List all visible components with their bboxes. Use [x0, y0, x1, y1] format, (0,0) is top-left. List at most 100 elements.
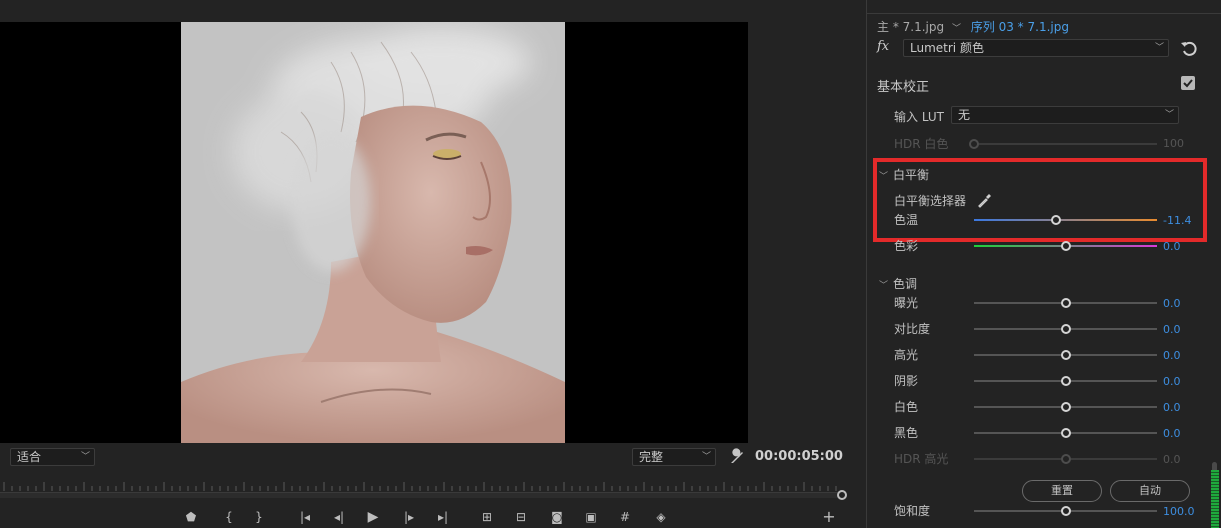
playback-quality-select[interactable]: 完整 ﹀	[632, 448, 716, 466]
lift-button[interactable]: ⊞	[476, 508, 498, 526]
effect-name: Lumetri 颜色	[910, 41, 984, 55]
extract-button[interactable]: ⊟	[510, 508, 532, 526]
slider-knob[interactable]	[1060, 454, 1071, 464]
shadows-label: 阴影	[894, 374, 919, 388]
hdr-white-slider[interactable]	[969, 139, 1157, 149]
playback-quality-value: 完整	[639, 450, 664, 464]
highlights-label: 高光	[894, 348, 919, 362]
export-frame-icon[interactable]: ◙	[546, 508, 568, 526]
tint-slider[interactable]	[974, 241, 1157, 251]
step-back-button[interactable]: ◂|	[328, 508, 350, 526]
contrast-label: 对比度	[894, 322, 931, 336]
monitor-controls: 适合 ﹀ 完整 ﹀ 00:00:05:00	[0, 446, 866, 470]
go-to-in-button[interactable]: |◂	[294, 508, 316, 526]
auto-button[interactable]: 自动	[1110, 480, 1190, 502]
contrast-value[interactable]: 0.0	[1163, 323, 1181, 336]
highlights-value[interactable]: 0.0	[1163, 349, 1181, 362]
slider-knob[interactable]	[969, 139, 979, 149]
program-monitor: 适合 ﹀ 完整 ﹀ 00:00:05:00 ⬟ { } |◂ ◂| ▶ |▸ ▸…	[0, 0, 866, 528]
highlights-slider[interactable]	[974, 350, 1157, 360]
slider-knob[interactable]	[1060, 402, 1071, 412]
temperature-slider[interactable]	[974, 215, 1157, 225]
slider-knob[interactable]	[1060, 428, 1071, 438]
hdr-white-value[interactable]: 100	[1163, 137, 1184, 150]
step-forward-button[interactable]: |▸	[398, 508, 420, 526]
shadows-slider[interactable]	[974, 376, 1157, 386]
blacks-slider[interactable]	[974, 428, 1157, 438]
chevron-down-icon: ﹀	[1164, 110, 1174, 120]
wb-selector-label: 白平衡选择器	[894, 194, 967, 208]
tint-value[interactable]: 0.0	[1163, 240, 1181, 253]
exposure-value[interactable]: 0.0	[1163, 297, 1181, 310]
reset-effect-icon[interactable]	[1179, 38, 1199, 58]
panel-scrollbar[interactable]	[1210, 62, 1218, 528]
slider-knob[interactable]	[1060, 506, 1071, 516]
safe-margins-button[interactable]: #	[614, 508, 636, 526]
input-lut-label: 输入 LUT	[894, 110, 945, 124]
white-balance-title: 白平衡	[893, 168, 930, 182]
blacks-value[interactable]: 0.0	[1163, 427, 1181, 440]
whites-slider[interactable]	[974, 402, 1157, 412]
basic-correction-header[interactable]: 基本校正	[877, 76, 929, 95]
mark-in-button[interactable]: {	[218, 508, 240, 526]
slider-knob[interactable]	[1060, 376, 1071, 386]
time-ruler[interactable]	[0, 478, 848, 500]
video-viewer	[0, 0, 866, 444]
slider-knob[interactable]	[1060, 298, 1071, 308]
chevron-down-icon: ﹀	[80, 452, 90, 462]
whites-label: 白色	[894, 400, 919, 414]
chevron-down-icon: ﹀	[701, 452, 711, 462]
portrait-image	[181, 22, 565, 443]
mark-out-button[interactable]: }	[248, 508, 270, 526]
input-lut-select[interactable]: 无 ﹀	[951, 106, 1179, 124]
slider-knob[interactable]	[1060, 324, 1071, 334]
hdr-highlights-slider[interactable]	[974, 454, 1157, 464]
add-marker-button[interactable]: ⬟	[180, 508, 202, 526]
fx-icon[interactable]: fx	[877, 39, 889, 54]
basic-correction-checkbox[interactable]	[1181, 76, 1195, 90]
vr-video-button[interactable]: ◈	[650, 508, 672, 526]
tone-title: 色调	[893, 277, 918, 291]
fit-zoom-value: 适合	[17, 450, 42, 464]
exposure-slider[interactable]	[974, 298, 1157, 308]
eyedropper-icon[interactable]	[977, 192, 993, 208]
contrast-slider[interactable]	[974, 324, 1157, 334]
clip-selector[interactable]: 主 * 7.1.jpg ﹀ 序列 03 * 7.1.jpg	[877, 18, 1069, 36]
transport-controls: ⬟ { } |◂ ◂| ▶ |▸ ▸| ⊞ ⊟ ◙ ▣ # ◈ +	[0, 506, 866, 528]
tone-header[interactable]: ﹀ 色调	[879, 275, 917, 292]
lumetri-color-panel: 主 * 7.1.jpg ﹀ 序列 03 * 7.1.jpg fx Lumetri…	[866, 0, 1221, 528]
timecode-display[interactable]: 00:00:05:00	[755, 449, 843, 464]
blacks-label: 黑色	[894, 426, 919, 440]
caret-down-icon: ﹀	[879, 172, 889, 182]
tint-label: 色彩	[894, 239, 919, 253]
wrench-icon[interactable]	[728, 448, 746, 466]
saturation-value[interactable]: 100.0	[1163, 505, 1195, 518]
playhead-handle[interactable]	[837, 490, 847, 500]
effect-select[interactable]: Lumetri 颜色 ﹀	[903, 39, 1169, 57]
master-clip-label[interactable]: 主 * 7.1.jpg	[877, 20, 944, 34]
shadows-value[interactable]: 0.0	[1163, 375, 1181, 388]
whites-value[interactable]: 0.0	[1163, 401, 1181, 414]
exposure-label: 曝光	[894, 296, 919, 310]
panel-tab-strip	[867, 0, 1221, 14]
reset-button[interactable]: 重置	[1022, 480, 1102, 502]
temperature-value[interactable]: -11.4	[1163, 214, 1191, 227]
slider-knob[interactable]	[1060, 350, 1071, 360]
slider-knob[interactable]	[1060, 241, 1071, 251]
white-balance-header[interactable]: ﹀ 白平衡	[879, 166, 929, 183]
saturation-label: 饱和度	[894, 504, 931, 518]
input-lut-value: 无	[958, 108, 971, 122]
fit-zoom-select[interactable]: 适合 ﹀	[10, 448, 95, 466]
timeline-track[interactable]	[0, 492, 840, 498]
hdr-highlights-value[interactable]: 0.0	[1163, 453, 1181, 466]
button-editor-plus-icon[interactable]: +	[818, 508, 840, 526]
chevron-down-icon[interactable]: ﹀	[952, 24, 961, 34]
temperature-label: 色温	[894, 213, 919, 227]
play-button[interactable]: ▶	[362, 508, 384, 526]
hdr-white-label: HDR 白色	[894, 137, 949, 151]
comparison-view-button[interactable]: ▣	[580, 508, 602, 526]
go-to-out-button[interactable]: ▸|	[432, 508, 454, 526]
sequence-clip-label[interactable]: 序列 03 * 7.1.jpg	[971, 20, 1069, 34]
saturation-slider[interactable]	[974, 506, 1157, 516]
chevron-down-icon: ﹀	[1154, 43, 1164, 53]
